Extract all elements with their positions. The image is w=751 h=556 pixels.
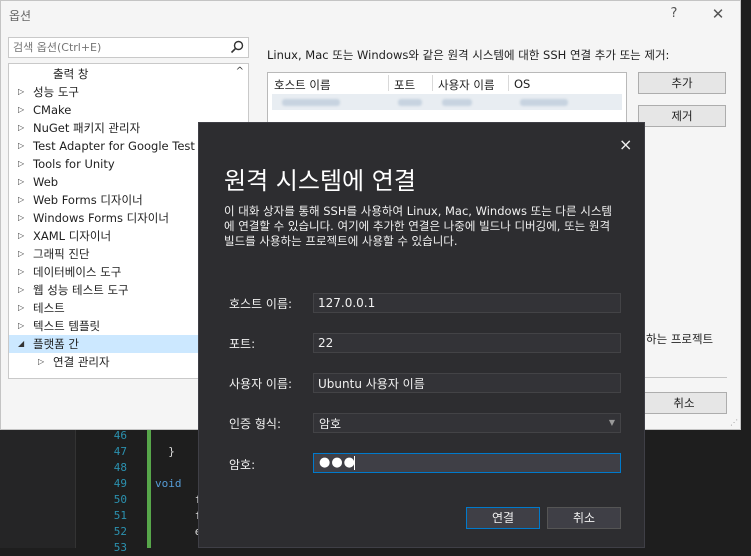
connections-table[interactable]: 호스트 이름 포트 사용자 이름 OS — [267, 72, 627, 124]
resize-grip-icon[interactable]: ⋰ — [730, 418, 738, 427]
add-connection-button[interactable]: 추가 — [638, 72, 726, 94]
options-search-input[interactable] — [9, 38, 229, 57]
expand-arrow-icon[interactable]: ▷ — [38, 353, 44, 371]
tree-item[interactable]: ▷ CMake — [9, 101, 248, 119]
text-caret — [354, 456, 355, 470]
password-input[interactable]: ●●● — [313, 453, 621, 473]
expand-arrow-icon[interactable]: ▷ — [18, 299, 24, 317]
password-mask: ●●● — [319, 455, 357, 470]
chevron-down-icon[interactable]: ▼ — [609, 418, 615, 427]
column-header-host[interactable]: 호스트 이름 — [274, 77, 331, 93]
port-input[interactable] — [313, 333, 621, 353]
expand-arrow-icon[interactable]: ▷ — [18, 245, 24, 263]
user-name-input[interactable] — [313, 373, 621, 393]
dialog-description: 이 대화 상자를 통해 SSH를 사용하여 Linux, Mac, Window… — [224, 204, 612, 248]
remove-connection-button[interactable]: 제거 — [638, 105, 726, 127]
options-search-box — [8, 37, 249, 58]
expand-arrow-icon[interactable]: ▷ — [18, 191, 24, 209]
column-header-port[interactable]: 포트 — [394, 77, 415, 93]
expand-arrow-icon[interactable]: ▷ — [18, 209, 24, 227]
column-header-user[interactable]: 사용자 이름 — [438, 77, 495, 93]
expand-arrow-icon[interactable]: ▷ — [18, 281, 24, 299]
search-icon[interactable] — [229, 39, 245, 55]
expand-arrow-icon[interactable]: ▷ — [18, 227, 24, 245]
expand-arrow-icon[interactable]: ▷ — [18, 119, 24, 137]
expand-arrow-icon[interactable]: ▷ — [18, 101, 24, 119]
options-title: 옵션 — [9, 9, 32, 23]
connect-remote-dialog: × 원격 시스템에 연결 이 대화 상자를 통해 SSH를 사용하여 Linux… — [198, 122, 645, 548]
dialog-title: 원격 시스템에 연결 — [224, 167, 416, 195]
divider — [641, 377, 727, 378]
tree-item[interactable]: 출력 창 — [9, 65, 248, 83]
cancel-button[interactable]: 취소 — [547, 507, 621, 529]
tree-item[interactable]: ▷ 성능 도구 — [9, 83, 248, 101]
options-cancel-button[interactable]: 취소 — [641, 392, 727, 414]
expand-arrow-icon[interactable]: ▷ — [18, 263, 24, 281]
host-label: 호스트 이름: — [229, 297, 293, 311]
partial-option-text: 하는 프로젝트 — [646, 332, 714, 346]
expand-arrow-icon[interactable]: ▷ — [18, 173, 24, 191]
column-header-os[interactable]: OS — [514, 77, 530, 91]
auth-type-value: 암호 — [319, 417, 342, 431]
expand-arrow-icon[interactable]: ▷ — [18, 137, 24, 155]
auth-type-label: 인증 형식: — [229, 417, 282, 431]
collapse-arrow-icon[interactable]: ◢ — [18, 335, 24, 353]
auth-type-select[interactable]: 암호 ▼ — [313, 413, 621, 433]
help-button[interactable]: ? — [661, 4, 687, 24]
expand-arrow-icon[interactable]: ▷ — [18, 83, 24, 101]
connect-button[interactable]: 연결 — [466, 507, 540, 529]
password-label: 암호: — [229, 458, 256, 472]
options-close-button[interactable]: ✕ — [705, 4, 731, 24]
expand-arrow-icon[interactable]: ▷ — [18, 317, 24, 335]
close-icon[interactable]: × — [619, 135, 632, 154]
user-label: 사용자 이름: — [229, 377, 293, 391]
expand-arrow-icon[interactable]: ▷ — [18, 155, 24, 173]
connection-description: Linux, Mac 또는 Windows와 같은 원격 시스템에 대한 SSH… — [267, 48, 670, 62]
options-titlebar: 옵션 ? ✕ — [1, 1, 740, 28]
host-name-input[interactable] — [313, 293, 621, 313]
port-label: 포트: — [229, 337, 256, 351]
